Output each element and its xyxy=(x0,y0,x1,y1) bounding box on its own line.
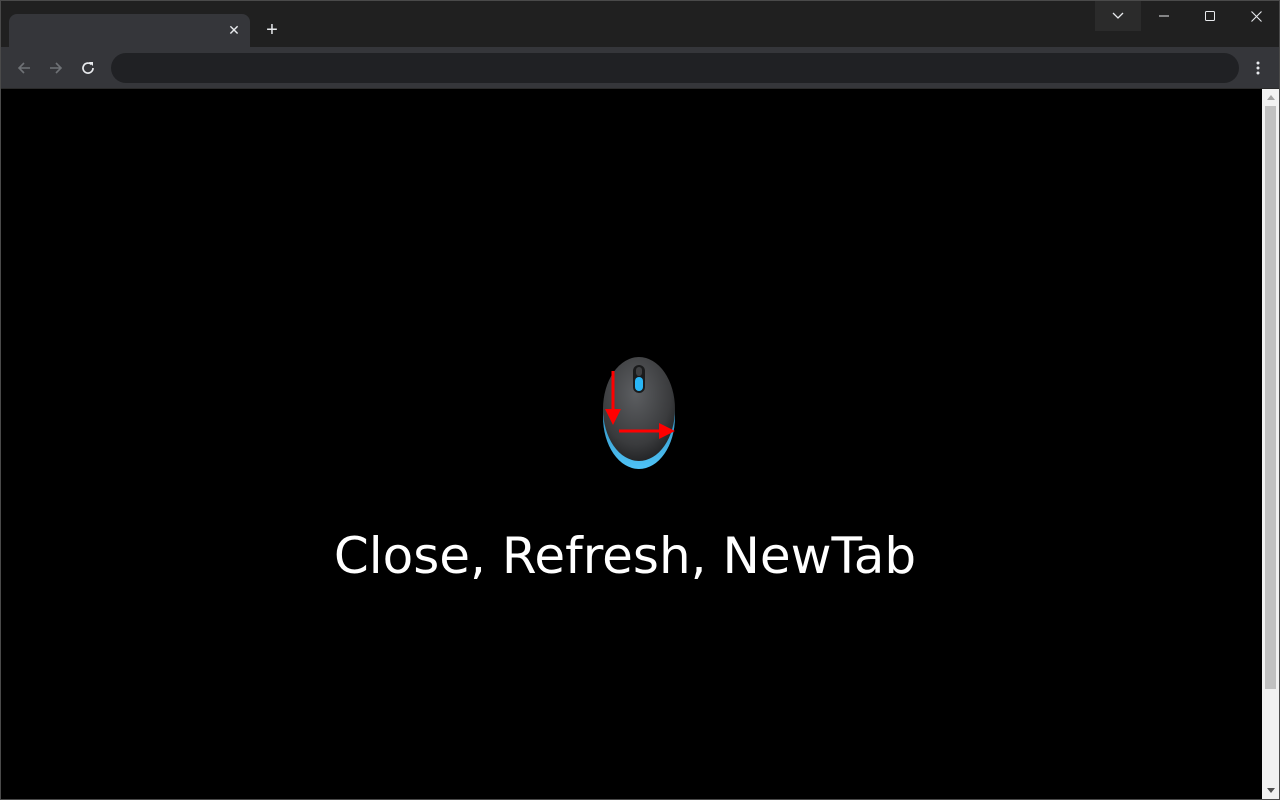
vertical-scrollbar[interactable] xyxy=(1262,89,1279,799)
page-content: Close, Refresh, NewTab xyxy=(1,89,1262,799)
window-controls xyxy=(1095,1,1279,31)
browser-tab[interactable]: ✕ xyxy=(9,14,250,47)
back-arrow-icon xyxy=(17,62,30,74)
scrollbar-thumb[interactable] xyxy=(1265,106,1276,689)
triangle-up-icon xyxy=(1266,95,1275,100)
address-input[interactable] xyxy=(111,53,1239,83)
browser-menu-button[interactable] xyxy=(1245,55,1271,81)
close-window-button[interactable] xyxy=(1233,1,1279,31)
triangle-down-icon xyxy=(1266,788,1275,793)
close-icon xyxy=(1250,10,1262,22)
gesture-caption: Close, Refresh, NewTab xyxy=(333,527,917,585)
browser-window: ✕ + Close, Refresh, NewTab xyxy=(0,0,1280,800)
address-bar[interactable] xyxy=(111,53,1239,83)
tab-strip: ✕ + xyxy=(1,1,1279,47)
scroll-up-button[interactable] xyxy=(1262,89,1279,106)
minimize-button[interactable] xyxy=(1141,1,1187,31)
back-button[interactable] xyxy=(11,55,37,81)
mouse-gesture-icon xyxy=(599,347,679,476)
forward-arrow-icon xyxy=(50,62,63,74)
chevron-down-icon xyxy=(1112,12,1124,19)
browser-toolbar xyxy=(1,47,1279,89)
minimize-icon xyxy=(1159,15,1169,17)
tab-close-icon[interactable]: ✕ xyxy=(226,22,242,38)
kebab-menu-icon xyxy=(1256,61,1260,75)
maximize-button[interactable] xyxy=(1187,1,1233,31)
reload-button[interactable] xyxy=(75,55,101,81)
maximize-icon xyxy=(1205,11,1215,21)
scroll-down-button[interactable] xyxy=(1262,782,1279,799)
forward-button[interactable] xyxy=(43,55,69,81)
reload-icon xyxy=(82,62,94,74)
tab-search-button[interactable] xyxy=(1095,1,1141,31)
new-tab-button[interactable]: + xyxy=(259,18,285,44)
